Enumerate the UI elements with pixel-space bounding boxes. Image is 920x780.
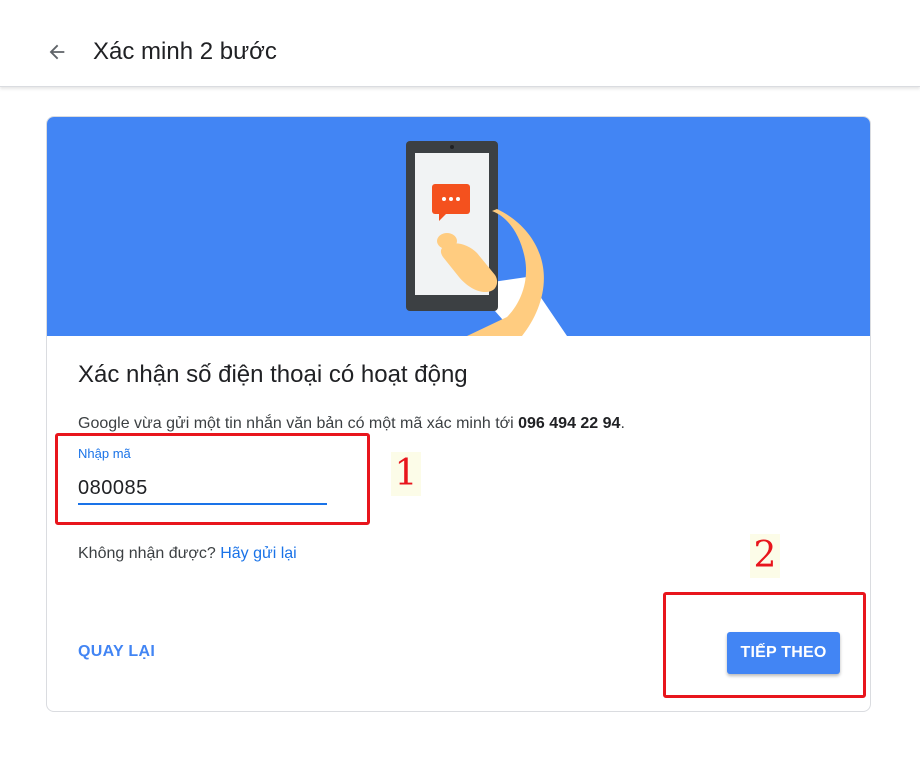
card-heading: Xác nhận số điện thoại có hoạt động bbox=[78, 361, 468, 388]
annotation-box-1 bbox=[55, 433, 370, 525]
info-suffix: . bbox=[620, 415, 625, 432]
back-button[interactable]: QUAY LẠI bbox=[78, 643, 155, 661]
info-text: Google vừa gửi một tin nhắn văn bản có m… bbox=[78, 414, 625, 434]
info-prefix: Google vừa gửi một tin nhắn văn bản có m… bbox=[78, 415, 519, 432]
arrow-left-icon bbox=[49, 44, 65, 60]
annotation-box-2 bbox=[663, 592, 866, 698]
top-app-bar: Xác minh 2 bước bbox=[0, 0, 920, 87]
annotation-number-1: 1 bbox=[391, 452, 421, 496]
resend-prompt: Không nhận được? bbox=[78, 545, 216, 562]
resend-link[interactable]: Hãy gửi lại bbox=[220, 545, 297, 562]
phone-with-message-icon bbox=[406, 141, 567, 336]
hero-banner bbox=[47, 117, 870, 336]
annotation-number-2: 2 bbox=[750, 534, 780, 578]
page-title: Xác minh 2 bước bbox=[93, 38, 277, 65]
resend-row: Không nhận được? Hãy gửi lại bbox=[78, 545, 297, 563]
back-arrow-button[interactable] bbox=[38, 33, 76, 71]
phone-number: 096 494 22 94 bbox=[518, 415, 621, 432]
